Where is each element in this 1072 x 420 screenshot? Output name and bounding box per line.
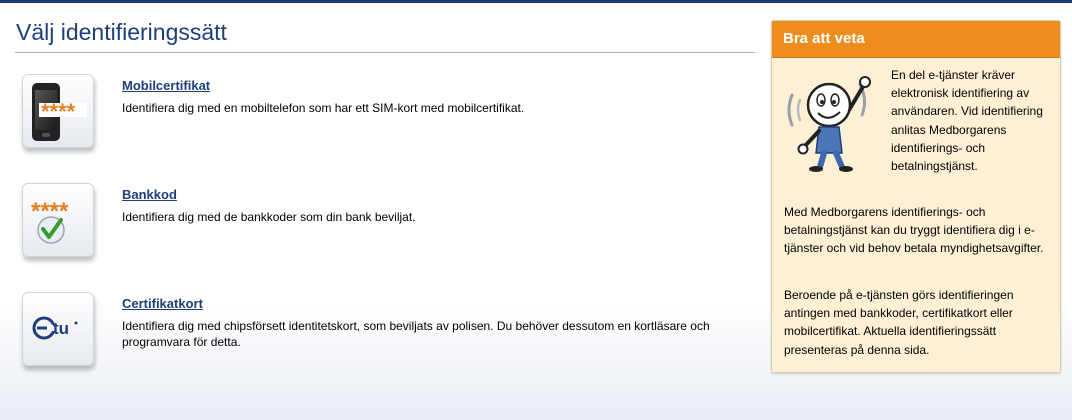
mobilcertifikat-link[interactable]: Mobilcertifikat [122,78,210,93]
method-text: Certifikatkort Identifiera dig med chips… [122,295,752,350]
info-paragraph-2: Med Medborgarens identifierings- och bet… [784,205,1044,256]
method-text: Mobilcertifikat Identifiera dig med en m… [122,77,752,116]
main-content: Välj identifieringssätt [15,18,755,53]
top-bar [0,0,1072,3]
info-box: Bra att veta En del e-tjänster kräver el… [771,20,1061,373]
mobile-phone-icon[interactable]: **** [22,74,94,148]
method-certifikatkort: tu Certifikatkort Identifiera dig med ch… [15,292,755,382]
method-description: Identifiera dig med de bankkoder som din… [122,210,416,224]
method-description: Identifiera dig med en mobiltelefon som … [122,101,525,115]
info-box-title: Bra att veta [772,21,1060,58]
bankkod-link[interactable]: Bankkod [122,187,177,202]
svg-text:****: **** [41,99,76,124]
method-text: Bankkod Identifiera dig med de bankkoder… [122,186,752,225]
etu-card-icon[interactable]: tu [22,292,94,366]
method-description: Identifiera dig med chipsförsett identit… [122,319,710,349]
certifikatkort-link[interactable]: Certifikatkort [122,296,203,311]
method-bankkod: **** Bankkod Identifiera dig med de bank… [15,183,755,273]
page-title: Välj identifieringssätt [15,18,755,53]
svg-text:tu: tu [53,319,69,338]
info-paragraph-3: Beroende på e-tjänsten görs identifierin… [784,288,1014,357]
bank-code-checkmark-icon[interactable]: **** [22,183,94,257]
method-mobilcertifikat: **** Mobilcertifikat Identifiera dig med… [15,74,755,164]
waving-figure-icon [784,65,884,173]
info-paragraph-1: En del e-tjänster kräver elektronisk ide… [891,68,1043,174]
